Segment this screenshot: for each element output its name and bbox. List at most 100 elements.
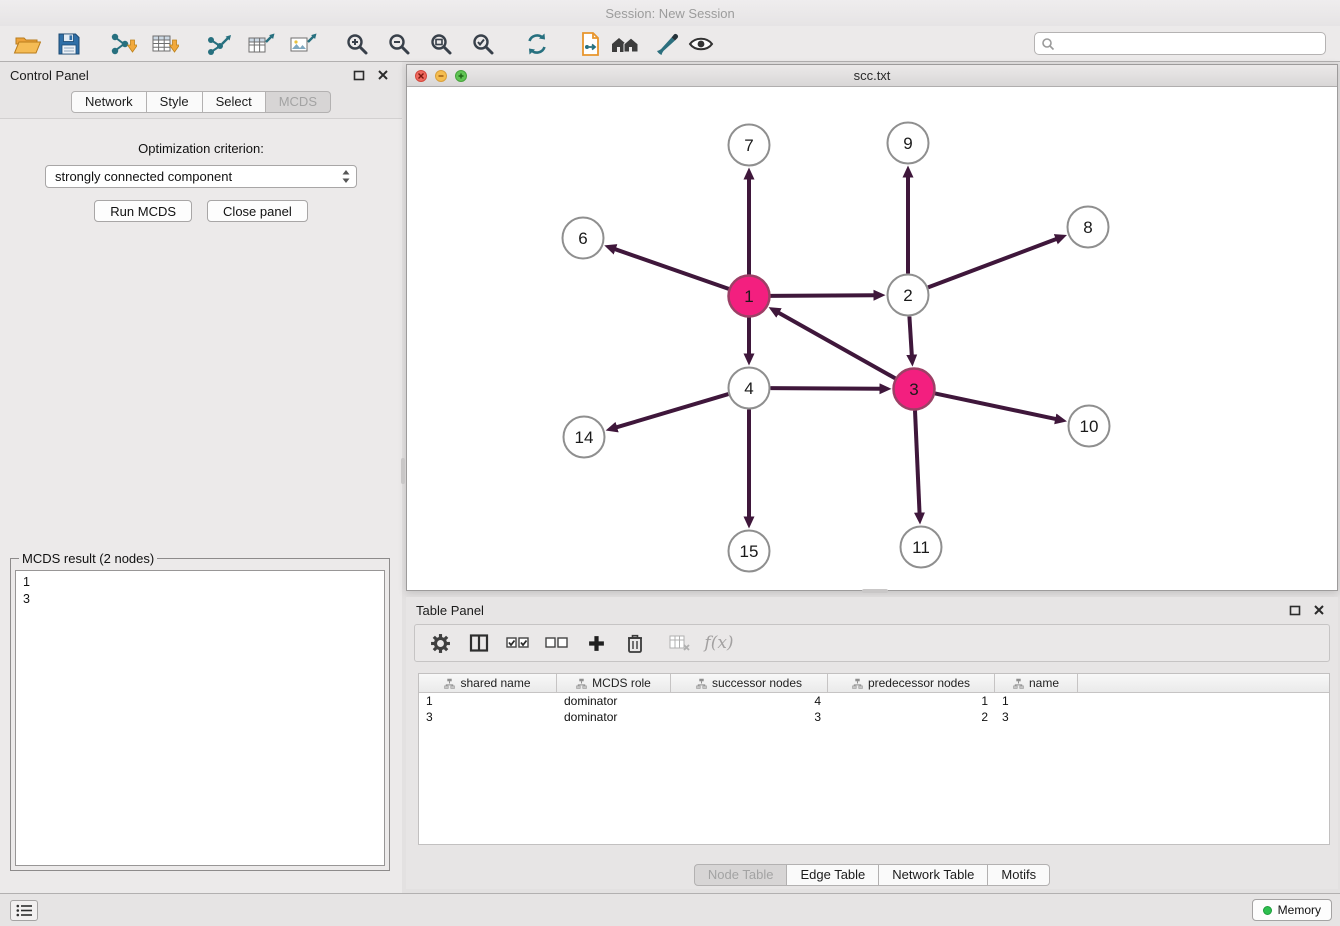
- status-menu-button[interactable]: [10, 900, 38, 921]
- node-label: 6: [578, 229, 587, 248]
- eye-icon: [688, 35, 714, 53]
- column-header-MCDS-role[interactable]: MCDS role: [557, 674, 671, 692]
- add-row-button[interactable]: [581, 629, 611, 657]
- criterion-dropdown[interactable]: strongly connected component: [45, 165, 357, 188]
- node-8[interactable]: 8: [1068, 207, 1109, 248]
- node-label: 3: [909, 380, 918, 399]
- node-7[interactable]: 7: [729, 125, 770, 166]
- node-14[interactable]: 14: [564, 417, 605, 458]
- columns-icon: [469, 633, 489, 653]
- close-table-panel-button[interactable]: [1310, 602, 1328, 618]
- gear-icon: [430, 633, 451, 654]
- node-1[interactable]: 1: [729, 276, 770, 317]
- network-window-titlebar[interactable]: scc.txt: [407, 65, 1337, 87]
- cell-successor-nodes: 4: [671, 693, 828, 709]
- search-icon: [1041, 37, 1055, 51]
- close-window-button[interactable]: [415, 70, 427, 82]
- node-10[interactable]: 10: [1069, 406, 1110, 447]
- copy-style-button[interactable]: [574, 29, 608, 59]
- import-network-button[interactable]: [106, 29, 140, 59]
- export-network-button[interactable]: [202, 29, 236, 59]
- panel-splitter-grip[interactable]: [401, 458, 405, 484]
- delete-row-button[interactable]: [620, 629, 650, 657]
- mcds-tab-content: Optimization criterion: strongly connect…: [0, 118, 402, 893]
- style-brush-button[interactable]: [650, 29, 684, 59]
- edge-1-to-2[interactable]: [771, 295, 876, 296]
- table-row[interactable]: 1dominator411: [419, 693, 1329, 709]
- zoom-out-button[interactable]: [382, 29, 416, 59]
- run-mcds-button[interactable]: Run MCDS: [94, 200, 192, 222]
- table-settings-button[interactable]: [425, 629, 455, 657]
- delete-table-button[interactable]: [665, 629, 695, 657]
- node-15[interactable]: 15: [729, 531, 770, 572]
- edge-4-to-14[interactable]: [615, 394, 728, 428]
- network-canvas[interactable]: 7 9 6 8 1 2 4 3 14 10 15 11: [407, 87, 1337, 590]
- node-4[interactable]: 4: [729, 368, 770, 409]
- table-tab-motifs[interactable]: Motifs: [988, 864, 1050, 886]
- show-hide-graphics-button[interactable]: [684, 29, 718, 59]
- show-columns-button[interactable]: [464, 629, 494, 657]
- tab-select[interactable]: Select: [203, 91, 266, 113]
- memory-label: Memory: [1278, 903, 1321, 917]
- close-panel-button[interactable]: Close panel: [207, 200, 308, 222]
- import-table-button[interactable]: [148, 29, 182, 59]
- zoom-fit-button[interactable]: [424, 29, 458, 59]
- node-11[interactable]: 11: [901, 527, 942, 568]
- tab-mcds[interactable]: MCDS: [266, 91, 331, 113]
- node-6[interactable]: 6: [563, 218, 604, 259]
- import-network-icon: [109, 31, 137, 57]
- memory-button[interactable]: Memory: [1252, 899, 1332, 921]
- mcds-result-list[interactable]: 13: [15, 570, 385, 866]
- edge-3-to-11[interactable]: [915, 411, 920, 515]
- apply-layout-button[interactable]: [608, 29, 642, 59]
- mcds-result-title: MCDS result (2 nodes): [19, 551, 157, 566]
- function-builder-button[interactable]: f(x): [704, 629, 734, 657]
- maximize-window-button[interactable]: [455, 70, 467, 82]
- node-3[interactable]: 3: [894, 369, 935, 410]
- close-glyph-icon: [417, 72, 425, 80]
- column-header-predecessor-nodes[interactable]: predecessor nodes: [828, 674, 995, 692]
- edge-3-to-1[interactable]: [777, 312, 895, 378]
- close-icon: [1313, 604, 1325, 616]
- tab-network[interactable]: Network: [71, 91, 147, 113]
- window-splitter-grip[interactable]: [862, 589, 888, 593]
- zoom-selected-button[interactable]: [466, 29, 500, 59]
- zoom-in-button[interactable]: [340, 29, 374, 59]
- unchecked-boxes-icon: [545, 636, 569, 650]
- edge-3-to-10[interactable]: [935, 393, 1057, 419]
- edge-2-to-3[interactable]: [909, 317, 912, 357]
- edge-4-to-3[interactable]: [771, 388, 882, 389]
- cell-shared-name: 3: [419, 709, 557, 725]
- export-image-icon: [289, 31, 317, 57]
- table-row[interactable]: 3dominator323: [419, 709, 1329, 725]
- export-table-button[interactable]: [244, 29, 278, 59]
- close-panel-x-button[interactable]: [374, 67, 392, 83]
- table-tab-node-table[interactable]: Node Table: [694, 864, 788, 886]
- column-header-shared-name[interactable]: shared name: [419, 674, 557, 692]
- node-2[interactable]: 2: [888, 275, 929, 316]
- list-menu-icon: [16, 904, 33, 917]
- table-tab-network-table[interactable]: Network Table: [879, 864, 988, 886]
- node-label: 15: [740, 542, 759, 561]
- column-header-name[interactable]: name: [995, 674, 1078, 692]
- search-input[interactable]: [1059, 37, 1319, 51]
- application-window: Session: New Session: [0, 0, 1340, 926]
- edge-2-to-8[interactable]: [928, 239, 1058, 288]
- column-header-successor-nodes[interactable]: successor nodes: [671, 674, 828, 692]
- network-graph[interactable]: 7 9 6 8 1 2 4 3 14 10 15 11: [407, 87, 1337, 590]
- save-session-button[interactable]: [52, 29, 86, 59]
- search-field[interactable]: [1034, 32, 1326, 55]
- select-all-columns-button[interactable]: [503, 629, 533, 657]
- unselect-all-columns-button[interactable]: [542, 629, 572, 657]
- table-tab-edge-table[interactable]: Edge Table: [787, 864, 879, 886]
- export-image-button[interactable]: [286, 29, 320, 59]
- node-9[interactable]: 9: [888, 123, 929, 164]
- float-table-panel-button[interactable]: [1286, 602, 1304, 618]
- refresh-view-button[interactable]: [520, 29, 554, 59]
- open-session-button[interactable]: [10, 29, 44, 59]
- minimize-window-button[interactable]: [435, 70, 447, 82]
- table-panel-header: Table Panel: [406, 597, 1338, 623]
- edge-1-to-6[interactable]: [614, 249, 729, 289]
- float-panel-button[interactable]: [350, 67, 368, 83]
- tab-style[interactable]: Style: [147, 91, 203, 113]
